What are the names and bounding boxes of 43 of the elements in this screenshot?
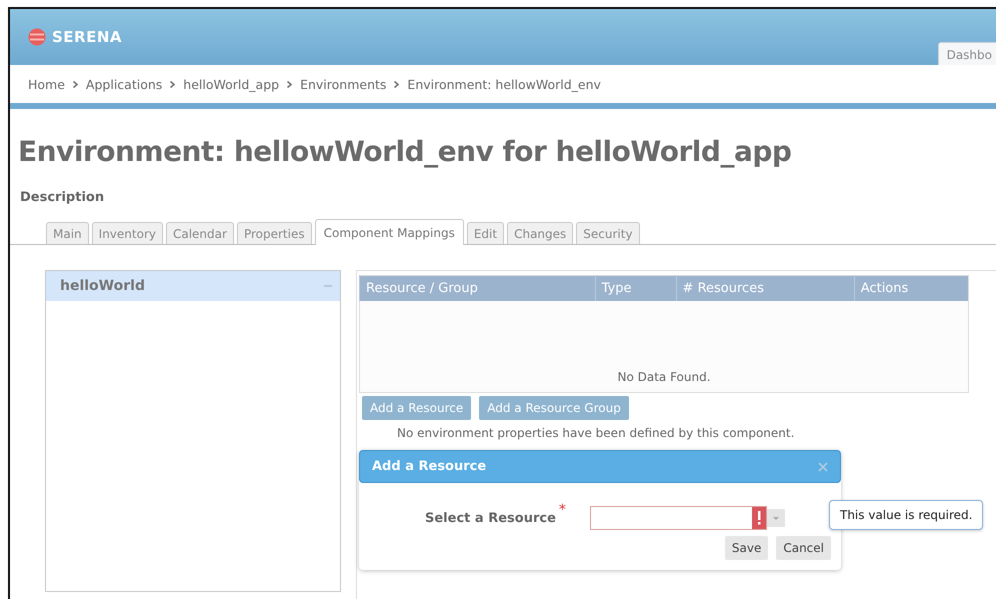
- description-label: Description: [20, 190, 104, 205]
- logo-text: SERENA: [52, 28, 122, 46]
- dropdown-icon[interactable]: [766, 509, 785, 527]
- column-header[interactable]: Actions: [854, 276, 968, 301]
- tab[interactable]: Edit: [466, 222, 504, 244]
- add-button[interactable]: Add a Resource Group: [479, 396, 629, 420]
- chevron-icon: [286, 80, 294, 88]
- breadcrumb-link[interactable]: Environments: [300, 76, 386, 92]
- error-icon: [752, 507, 766, 529]
- tab[interactable]: Inventory: [92, 222, 163, 244]
- dialog-button[interactable]: Cancel: [776, 536, 831, 560]
- tab[interactable]: Component Mappings: [314, 219, 464, 245]
- chevron-icon: [72, 80, 79, 88]
- breadcrumb-link[interactable]: Environment: hellowWorld_env: [407, 76, 601, 92]
- close-icon[interactable]: [818, 462, 828, 472]
- resource-field[interactable]: [590, 506, 767, 530]
- column-header[interactable]: # Resources: [676, 276, 854, 301]
- info-text: No environment properties have been defined by this component.: [397, 426, 796, 440]
- tab[interactable]: Main: [46, 222, 89, 244]
- logo-icon: [28, 28, 46, 46]
- chevron-icon: [169, 80, 176, 88]
- tab[interactable]: Security: [576, 222, 640, 244]
- component-item[interactable]: helloWorld: [46, 271, 340, 301]
- breadcrumb-link[interactable]: helloWorld_app: [183, 76, 280, 92]
- field-label: Select a Resource: [425, 510, 556, 526]
- dialog-title: Add a Resource: [372, 459, 486, 474]
- empty-message: No Data Found.: [360, 301, 968, 392]
- page-title: Environment: hellowWorld_env for helloWorld_app: [17, 134, 792, 168]
- breadcrumb-link[interactable]: Applications: [86, 76, 162, 92]
- tab[interactable]: Changes: [507, 222, 574, 244]
- add-button[interactable]: Add a Resource: [362, 396, 472, 420]
- collapse-icon: [324, 282, 332, 290]
- error-tooltip: This value is required.: [829, 500, 984, 530]
- tab[interactable]: Calendar: [166, 222, 234, 244]
- column-header[interactable]: Resource / Group: [360, 276, 596, 301]
- tab[interactable]: Properties: [236, 222, 312, 244]
- dialog-button[interactable]: Save: [724, 536, 768, 560]
- column-header[interactable]: Type: [595, 276, 676, 301]
- required-mark: *: [558, 502, 566, 518]
- dashboard-tab[interactable]: Dashbo: [938, 42, 996, 65]
- chevron-icon: [393, 80, 400, 88]
- breadcrumb-link[interactable]: Home: [28, 76, 65, 92]
- component-name: helloWorld: [60, 278, 145, 294]
